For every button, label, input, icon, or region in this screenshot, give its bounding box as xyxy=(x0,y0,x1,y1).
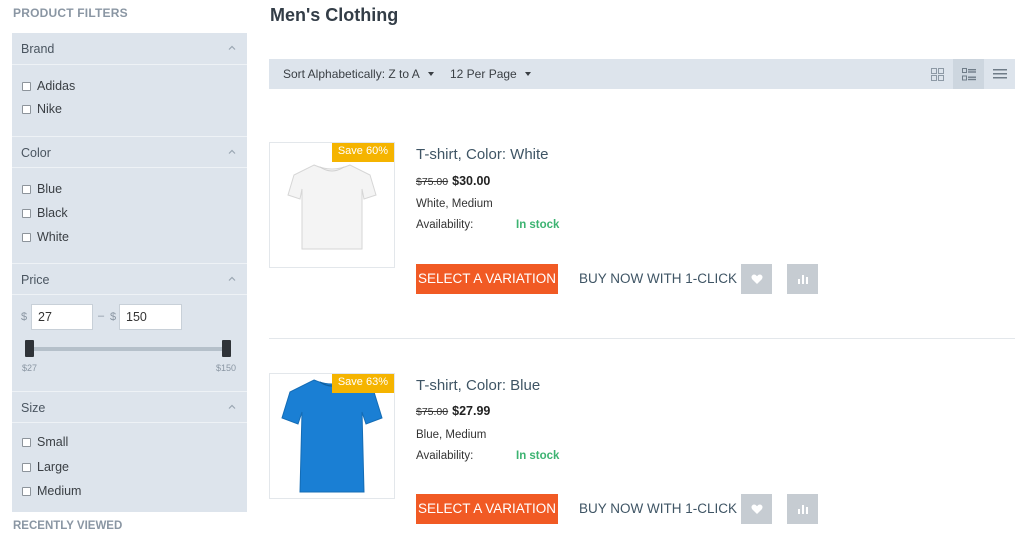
buy-now-one-click-button[interactable]: BUY NOW WITH 1-CLICK xyxy=(579,494,737,524)
price-filter-label: Price xyxy=(21,273,50,287)
bar-chart-icon xyxy=(797,505,808,514)
price-max-input[interactable]: 150 xyxy=(119,304,182,330)
range-dash: – xyxy=(98,310,105,322)
price-min-input[interactable]: 27 xyxy=(31,304,93,330)
chevron-up-icon[interactable] xyxy=(227,147,237,157)
checkbox[interactable] xyxy=(22,208,31,218)
brand-filter-header[interactable]: Brand xyxy=(12,33,247,65)
checkbox[interactable] xyxy=(22,437,31,447)
caret-down-icon xyxy=(524,72,531,76)
grid-view-button[interactable] xyxy=(922,59,953,89)
recently-viewed-title: RECENTLY VIEWED xyxy=(13,520,123,532)
checkbox[interactable] xyxy=(22,462,31,472)
checkbox[interactable] xyxy=(22,184,31,194)
wishlist-button[interactable] xyxy=(741,494,772,524)
bar-chart-icon xyxy=(797,275,808,284)
product-filters-title: PRODUCT FILTERS xyxy=(13,6,128,20)
new-price: $27.99 xyxy=(452,404,491,418)
color-filter-label: Color xyxy=(21,146,51,160)
size-filter-header[interactable]: Size xyxy=(12,391,247,423)
save-badge: Save 60% xyxy=(331,143,394,162)
price-slider-min-handle[interactable] xyxy=(25,340,34,357)
sort-label: Sort Alphabetically: Z to A xyxy=(283,67,420,81)
price-slider-track[interactable] xyxy=(29,347,227,351)
color-option-black[interactable]: Black xyxy=(22,205,68,221)
old-price: $75.00 xyxy=(416,406,449,418)
price-filter-header[interactable]: Price xyxy=(12,263,247,295)
chevron-up-icon[interactable] xyxy=(227,274,237,284)
list-grid-view-icon xyxy=(961,67,976,80)
list-grid-view-button[interactable] xyxy=(953,59,984,89)
page-title: Men's Clothing xyxy=(270,5,399,25)
brand-option-nike[interactable]: Nike xyxy=(22,101,62,117)
size-option-medium[interactable]: Medium xyxy=(22,483,81,499)
checkbox[interactable] xyxy=(22,232,31,242)
compare-button[interactable] xyxy=(787,494,818,524)
price-slider-max-handle[interactable] xyxy=(222,340,231,357)
compare-button[interactable] xyxy=(787,264,818,294)
product-divider xyxy=(269,338,1015,339)
chevron-up-icon[interactable] xyxy=(227,402,237,412)
products-toolbar: Sort Alphabetically: Z to A 12 Per Page xyxy=(269,59,1015,89)
select-variation-button[interactable]: SELECT A VARIATION xyxy=(416,494,558,524)
sort-dropdown[interactable]: Sort Alphabetically: Z to A xyxy=(283,67,434,81)
product-price: $75.00 $30.00 xyxy=(416,174,490,188)
chevron-up-icon[interactable] xyxy=(227,43,237,53)
color-filter-header[interactable]: Color xyxy=(12,136,247,168)
product-image[interactable]: Save 60% xyxy=(269,142,395,268)
availability-label: Availability: xyxy=(416,450,474,462)
product-price: $75.00 $27.99 xyxy=(416,404,490,418)
color-option-white[interactable]: White xyxy=(22,229,69,245)
size-option-large[interactable]: Large xyxy=(22,459,69,475)
old-price: $75.00 xyxy=(416,176,449,188)
product-title[interactable]: T-shirt, Color: White xyxy=(416,146,549,163)
price-range-inputs: $ 27 – $ 150 xyxy=(21,304,241,330)
stock-status: In stock xyxy=(516,450,560,462)
color-option-blue[interactable]: Blue xyxy=(22,181,62,197)
brand-filter-label: Brand xyxy=(21,42,55,56)
product-image[interactable]: Save 63% xyxy=(269,373,395,499)
stock-status: In stock xyxy=(516,219,560,231)
save-badge: Save 63% xyxy=(331,374,394,393)
product-title[interactable]: T-shirt, Color: Blue xyxy=(416,377,540,394)
price-min-label: $27 xyxy=(22,363,38,373)
per-page-label: 12 Per Page xyxy=(450,67,517,81)
select-variation-button[interactable]: SELECT A VARIATION xyxy=(416,264,558,294)
size-option-small[interactable]: Small xyxy=(22,434,68,450)
product-attributes: Blue, Medium xyxy=(416,429,487,441)
checkbox[interactable] xyxy=(22,81,31,91)
checkbox[interactable] xyxy=(22,104,31,114)
per-page-dropdown[interactable]: 12 Per Page xyxy=(450,67,531,81)
checkbox[interactable] xyxy=(22,486,31,496)
list-view-icon xyxy=(992,69,1007,79)
price-max-label: $150 xyxy=(216,363,237,373)
new-price: $30.00 xyxy=(452,174,491,188)
availability-label: Availability: xyxy=(416,219,474,231)
wishlist-button[interactable] xyxy=(741,264,772,294)
currency-symbol: $ xyxy=(110,311,117,323)
heart-icon xyxy=(750,274,763,284)
grid-view-icon xyxy=(931,67,944,81)
product-attributes: White, Medium xyxy=(416,198,493,210)
brand-option-adidas[interactable]: Adidas xyxy=(22,78,75,94)
buy-now-one-click-button[interactable]: BUY NOW WITH 1-CLICK xyxy=(579,264,737,294)
list-view-button[interactable] xyxy=(984,59,1015,89)
size-filter-label: Size xyxy=(21,401,46,415)
heart-icon xyxy=(750,504,763,514)
caret-down-icon xyxy=(427,72,434,76)
currency-symbol: $ xyxy=(21,311,28,323)
